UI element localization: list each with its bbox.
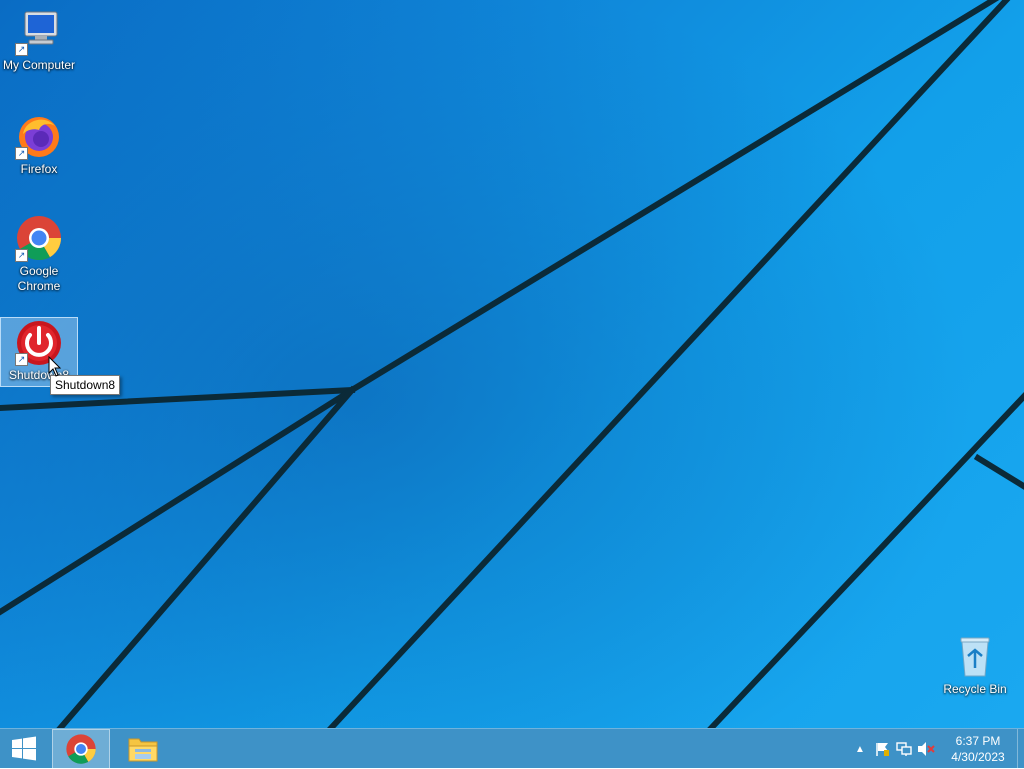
- action-center-flag-icon[interactable]: [871, 738, 893, 760]
- clock-date: 4/30/2023: [951, 750, 1005, 764]
- shortcut-arrow-icon: ↗: [15, 43, 28, 56]
- desktop-icon-label: Google Chrome: [17, 264, 61, 293]
- taskbar-button-file-explorer[interactable]: [114, 729, 172, 769]
- shortcut-arrow-icon: ↗: [15, 147, 28, 160]
- desktop[interactable]: ↗ My Computer ↗ Firefox ↗ Google Chrome …: [0, 0, 1024, 728]
- folder-icon: [128, 738, 158, 762]
- mouse-cursor-icon: [48, 356, 62, 377]
- computer-icon: ↗: [15, 8, 63, 56]
- firefox-icon: ↗: [15, 112, 63, 160]
- network-icon[interactable]: [893, 738, 915, 760]
- system-tray: ▲ 6:37 PM 4/30/2023: [849, 729, 1024, 769]
- windows-logo-icon: [12, 736, 36, 761]
- show-hidden-icons-icon[interactable]: ▲: [849, 738, 871, 760]
- show-desktop-button[interactable]: [1017, 729, 1024, 769]
- desktop-icon-recycle-bin[interactable]: Recycle Bin: [937, 632, 1013, 697]
- wallpaper: [0, 0, 1024, 728]
- desktop-icon-my-computer[interactable]: ↗ My Computer: [1, 8, 77, 73]
- tooltip: Shutdown8: [50, 375, 121, 395]
- shortcut-arrow-icon: ↗: [15, 249, 28, 262]
- desktop-icon-firefox[interactable]: ↗ Firefox: [1, 112, 77, 177]
- volume-muted-icon[interactable]: [915, 738, 937, 760]
- clock[interactable]: 6:37 PM 4/30/2023: [943, 733, 1013, 765]
- taskbar-button-chrome[interactable]: [52, 729, 110, 769]
- desktop-icon-label: Recycle Bin: [943, 682, 1007, 696]
- chrome-icon: [66, 734, 96, 764]
- taskbar: ▲ 6:37 PM 4/30/2023: [0, 728, 1024, 769]
- recycle-bin-icon: [951, 632, 999, 680]
- clock-time: 6:37 PM: [955, 734, 1001, 748]
- chrome-icon: ↗: [15, 214, 63, 262]
- desktop-icon-label: My Computer: [2, 58, 76, 72]
- shortcut-arrow-icon: ↗: [15, 353, 28, 366]
- desktop-icon-label: Firefox: [20, 162, 58, 176]
- start-button[interactable]: [0, 729, 48, 769]
- desktop-icon-google-chrome[interactable]: ↗ Google Chrome: [1, 214, 77, 294]
